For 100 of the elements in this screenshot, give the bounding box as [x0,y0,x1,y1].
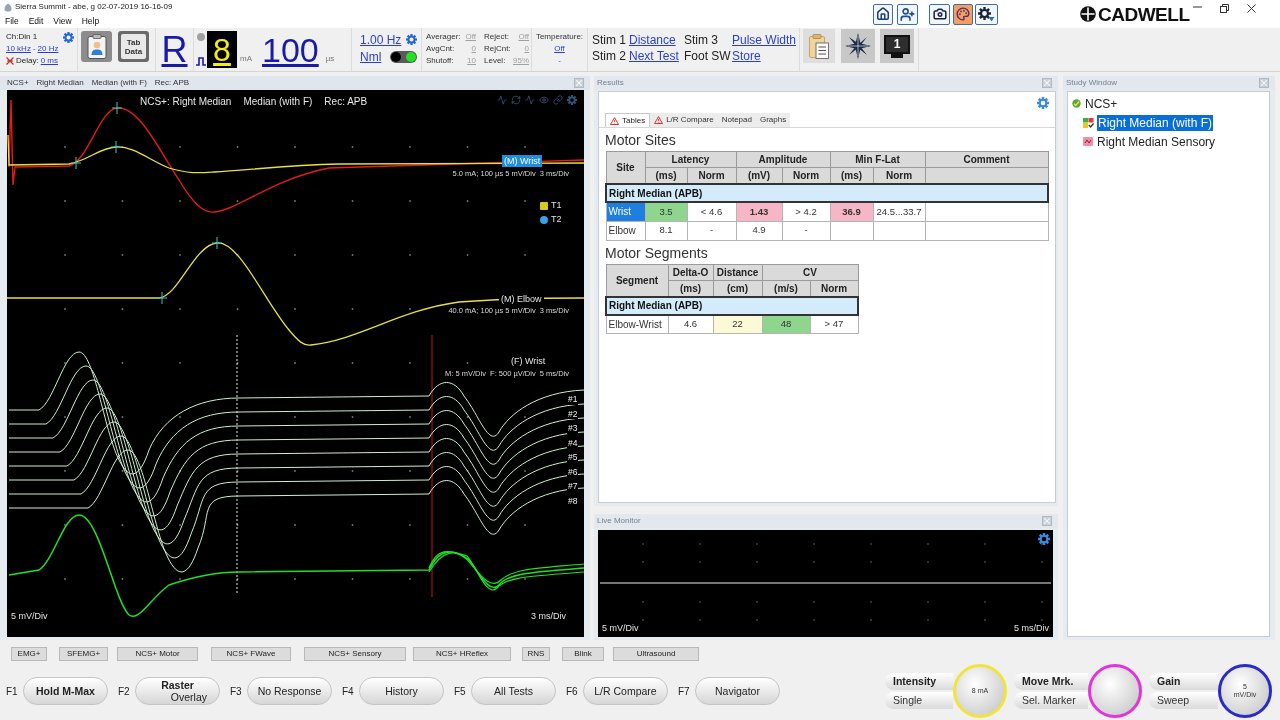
raster-number: #8 [567,495,579,506]
column-header: Latency [645,151,736,168]
stim-link[interactable]: Next Test [629,48,679,64]
function-key-button[interactable]: No Response [247,677,332,705]
results-tab[interactable]: L/R Compare [650,113,718,127]
test-tab[interactable]: Ultrasound [613,647,699,661]
palette-icon [956,7,970,21]
add-patient-button[interactable] [897,3,918,25]
camera-button[interactable] [929,3,950,25]
cursor-line[interactable] [431,334,433,598]
panel-title: Results [597,77,624,89]
knob-label[interactable]: Gain [1149,673,1218,690]
test-tab[interactable]: Blink [562,647,604,661]
stim-link[interactable]: Pulse Width [732,32,797,48]
tree-item[interactable]: Right Median Sensory [1096,133,1217,150]
test-tab[interactable]: NCS+ Motor [117,647,198,661]
test-tab[interactable]: SFEMG+ [59,647,108,661]
trace-label[interactable]: (M) Wrist [502,155,543,167]
raster-number: #2 [567,408,579,419]
knob-mode-button[interactable]: Single [885,692,953,709]
test-tab[interactable]: NCS+ FWave [211,647,291,661]
stim-toggle[interactable] [390,50,417,63]
mode-link[interactable]: Nml [360,47,382,66]
display-button[interactable]: 1 [880,29,914,63]
function-key-button[interactable]: History [359,677,444,705]
unit-label: mA [240,53,252,65]
knob-label[interactable]: Move Mrk. [1014,673,1088,690]
knob-mode-button[interactable]: Sel. Marker [1014,692,1088,709]
function-key-button[interactable]: Hold M-Max [23,677,108,705]
function-key-label: F2 [118,684,130,699]
clipboard-icon [809,33,829,59]
duration-display[interactable]: 100 [262,32,319,67]
settings-icon[interactable] [567,95,577,105]
gear-dropdown-icon [978,6,995,22]
high-filter-link[interactable]: 10 kHz [6,43,31,55]
results-tab[interactable]: Graphs [755,113,791,127]
low-filter-link[interactable]: 20 Hz [37,43,59,55]
stim-link[interactable]: Distance [629,32,676,48]
group-header: Right Median (APB) [606,296,858,315]
menu-item[interactable]: Help [81,14,100,28]
cursor-marker-icon[interactable] [70,156,82,170]
function-key-label: F7 [678,684,690,699]
pulse-icon [195,57,206,66]
marker-dot-icon[interactable] [540,215,548,224]
trace-label[interactable]: (M) Elbow [499,293,544,305]
raster-number: #7 [567,481,579,492]
compass-button[interactable] [841,29,875,63]
function-key-button[interactable]: Raster Overlay [135,677,220,705]
tree-item[interactable]: NCS+ [1084,95,1119,112]
function-key-button[interactable]: Navigator [695,677,780,705]
marker-square-icon[interactable] [540,201,548,210]
palette-button[interactable] [953,3,973,25]
settings-icon[interactable] [1038,533,1050,545]
knob-mode-button[interactable]: Sweep [1149,692,1218,709]
dial-knob[interactable] [1088,664,1142,718]
rate-link[interactable]: 1.00 Hz [360,30,402,49]
close-icon[interactable] [1247,4,1257,13]
cursor-marker-icon[interactable] [111,101,123,115]
column-header: Comment [925,151,1048,168]
settings-icon[interactable] [63,31,74,43]
section-heading: Motor Sites [605,131,676,149]
menu-item[interactable]: Edit [28,14,44,28]
menu-item[interactable]: File [5,14,19,28]
minimize-icon[interactable] [1193,4,1203,10]
settings-menu-button[interactable] [975,3,998,25]
column-header: Min F-Lat [830,151,925,168]
function-key-label: F4 [342,684,354,699]
menu-item[interactable]: View [53,14,72,28]
function-key-button[interactable]: L/R Compare [583,677,668,705]
function-key-button[interactable]: All Tests [471,677,556,705]
tree-item[interactable]: Right Median (with F) [1097,114,1214,131]
tab-data-button[interactable]: Tab Data [118,31,149,62]
test-tab[interactable]: NCS+ HReflex [413,647,511,661]
settings-icon[interactable] [1037,97,1049,109]
notes-button[interactable] [803,29,835,63]
unit-label: µs [325,53,335,65]
setting-label: Averager: [426,31,461,43]
cursor-marker-icon[interactable] [211,236,223,250]
trace-label[interactable]: (F) Wrist [509,355,548,367]
settings-icon[interactable] [406,34,417,45]
patient-button[interactable] [81,31,112,62]
results-tab[interactable]: Notepad [717,113,756,127]
intensity-display[interactable]: 8 [207,31,237,68]
test-tab[interactable]: NCS+ Sensory [304,647,406,661]
delay-link[interactable]: 0 ms [40,55,59,67]
test-tab[interactable]: EMG+ [11,647,47,661]
knob-label[interactable]: Intensity [885,673,953,690]
stim-label: Stim 2 [592,48,626,64]
grid-check-icon [1083,117,1094,128]
check-circle-icon [1072,99,1081,108]
results-tab[interactable]: Tables [605,113,651,127]
stim-link[interactable]: Store [732,48,761,64]
side-selector[interactable]: R [161,32,188,67]
cursor-marker-icon[interactable] [110,140,122,154]
restore-icon[interactable] [1220,4,1230,13]
setting-label: RejCnt: [484,43,511,55]
cursor-marker-icon[interactable] [156,291,168,305]
home-button[interactable] [873,3,893,25]
temperature-link[interactable]: Off [554,43,565,55]
test-tab[interactable]: RNS [522,647,550,661]
